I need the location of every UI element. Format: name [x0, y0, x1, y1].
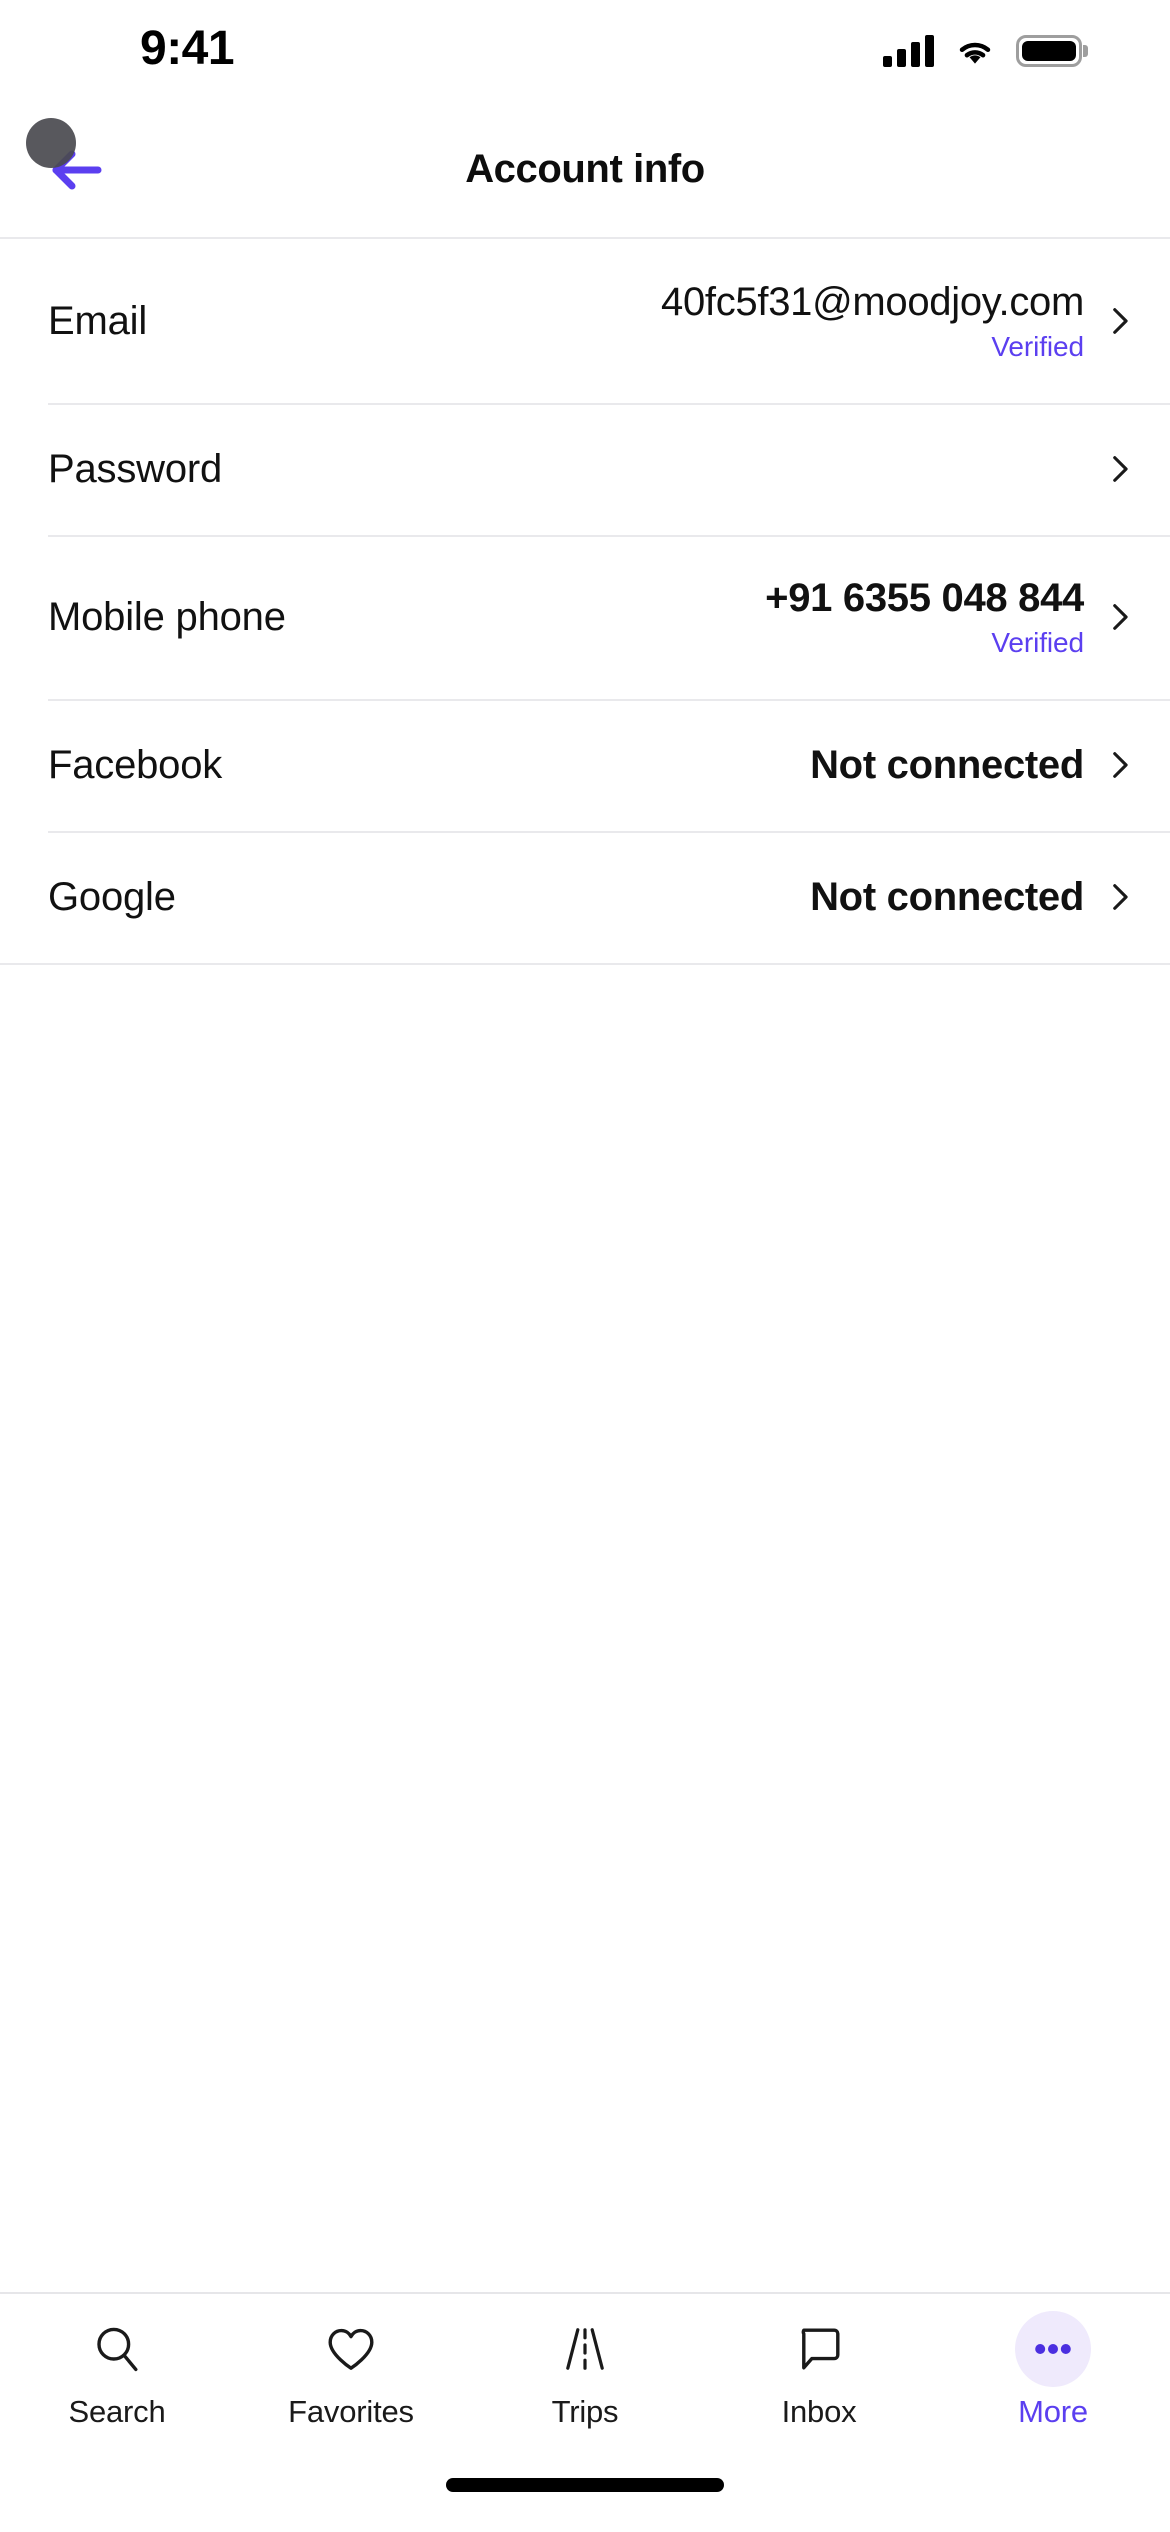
road-icon [566, 2328, 604, 2370]
back-button[interactable] [34, 127, 120, 213]
tab-more[interactable]: More [936, 2311, 1170, 2430]
battery-full-icon [1016, 35, 1082, 67]
page-title: Account info [465, 147, 705, 191]
row-value: 40fc5f31@moodjoy.com [661, 279, 1084, 324]
tab-label: More [1018, 2394, 1088, 2429]
row-right: 40fc5f31@moodjoy.com Verified [661, 280, 1136, 363]
account-info-list: Email 40fc5f31@moodjoy.com Verified Pass… [0, 237, 1170, 965]
row-right: +91 6355 048 844 Verified [765, 576, 1136, 659]
heart-icon-wrap [318, 2316, 384, 2382]
row-value: +91 6355 048 844 [765, 575, 1084, 620]
chevron-right-icon [1113, 308, 1128, 334]
status-badge: Verified [991, 626, 1084, 658]
chat-bubble-icon [801, 2328, 840, 2370]
status-time: 9:41 [140, 22, 235, 75]
chat-bubble-icon-wrap [786, 2316, 852, 2382]
ellipsis-icon [1035, 2344, 1071, 2354]
bottom-tab-bar: Search Favorites Trips Inbox More [0, 2292, 1170, 2462]
tab-trips[interactable]: Trips [468, 2316, 702, 2430]
chevron-right-icon [1113, 752, 1128, 778]
status-badge: Verified [991, 330, 1084, 362]
home-indicator-area [0, 2462, 1170, 2532]
navigation-bar: Account info [0, 102, 1170, 237]
row-values: Not connected [810, 743, 1084, 788]
back-arrow-icon [52, 150, 102, 189]
tab-inbox[interactable]: Inbox [702, 2316, 936, 2430]
row-label: Facebook [48, 742, 223, 787]
tab-label: Inbox [781, 2394, 857, 2429]
content-spacer [0, 965, 1170, 2292]
home-indicator [446, 2478, 724, 2492]
tab-search[interactable]: Search [0, 2316, 234, 2430]
status-indicators [883, 35, 1082, 67]
list-row-email[interactable]: Email 40fc5f31@moodjoy.com Verified [0, 239, 1170, 403]
list-row-facebook[interactable]: Facebook Not connected [0, 699, 1170, 831]
row-value: Not connected [810, 874, 1084, 919]
tab-label: Trips [551, 2394, 619, 2429]
ellipsis-icon-wrap [1015, 2311, 1091, 2387]
list-row-google[interactable]: Google Not connected [0, 831, 1170, 963]
row-value: Not connected [810, 742, 1084, 787]
search-icon-wrap [84, 2316, 150, 2382]
chevron-right-icon [1113, 456, 1128, 482]
app-screen: 9:41 Account info Email 40fc5f31@moodjoy… [0, 0, 1170, 2532]
road-icon-wrap [552, 2316, 618, 2382]
row-right: Not connected [810, 875, 1136, 920]
chevron-right-icon [1113, 604, 1128, 630]
list-row-mobile-phone[interactable]: Mobile phone +91 6355 048 844 Verified [0, 535, 1170, 699]
list-row-password[interactable]: Password [0, 403, 1170, 535]
status-bar: 9:41 [0, 0, 1170, 102]
tab-favorites[interactable]: Favorites [234, 2316, 468, 2430]
row-values: Not connected [810, 875, 1084, 920]
row-label: Password [48, 446, 223, 491]
tab-label: Favorites [288, 2394, 414, 2429]
row-label: Email [48, 298, 148, 343]
row-label: Mobile phone [48, 594, 286, 639]
chevron-right-icon [1113, 884, 1128, 910]
search-icon [97, 2327, 138, 2372]
row-values: +91 6355 048 844 Verified [765, 576, 1084, 659]
heart-icon [328, 2328, 374, 2370]
tab-label: Search [68, 2394, 166, 2429]
row-right: Not connected [810, 743, 1136, 788]
row-values: 40fc5f31@moodjoy.com Verified [661, 280, 1084, 363]
wifi-icon [959, 42, 991, 64]
row-label: Google [48, 874, 176, 919]
cellular-signal-icon [883, 35, 934, 67]
row-right [1084, 452, 1136, 486]
